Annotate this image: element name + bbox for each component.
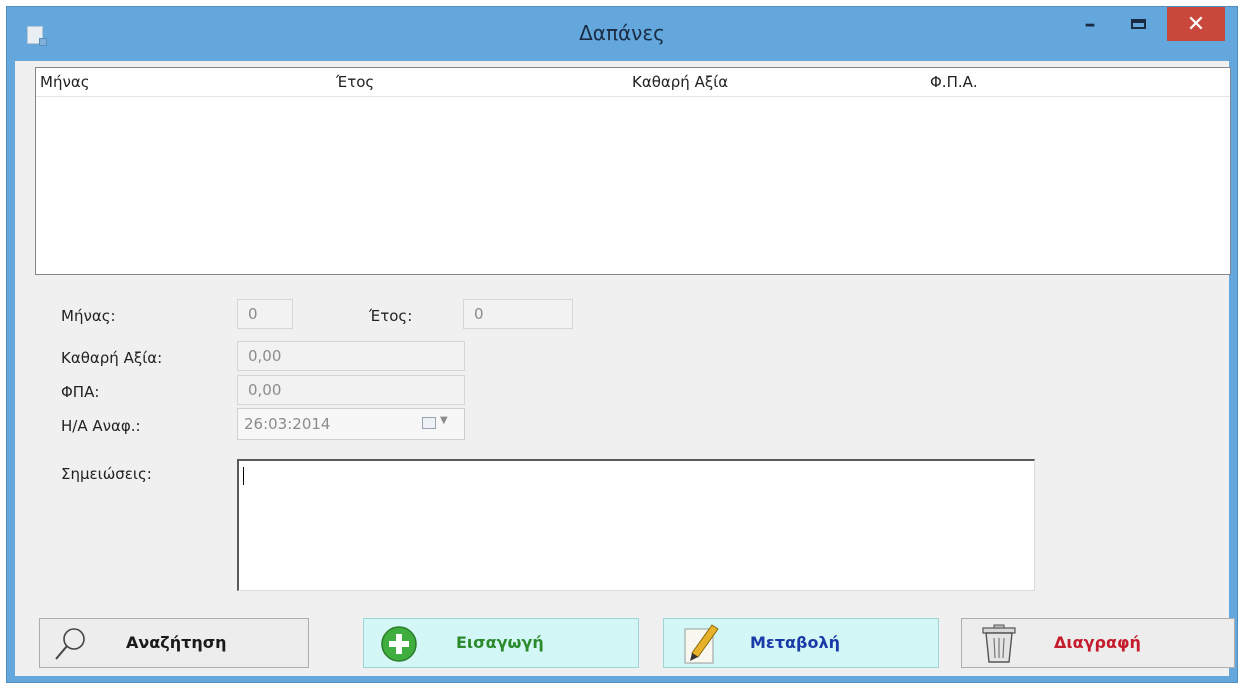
calendar-icon[interactable] [422, 417, 436, 429]
text-caret [243, 467, 244, 485]
insert-button-label: Εισαγωγή [456, 633, 544, 652]
column-header-net-value[interactable]: Καθαρή Αξία [628, 68, 926, 96]
net-value-label: Καθαρή Αξία: [61, 349, 163, 367]
year-label: Έτος: [369, 307, 413, 325]
pencil-edit-icon [684, 624, 719, 664]
minimize-button[interactable]: – [1071, 7, 1109, 41]
search-button-label: Αναζήτηση [126, 633, 227, 652]
maximize-button[interactable] [1117, 7, 1159, 41]
vat-input[interactable]: 0,00 [237, 375, 465, 405]
year-input[interactable]: 0 [463, 299, 573, 329]
close-button[interactable]: ✕ [1167, 7, 1225, 41]
maximize-icon [1130, 19, 1146, 29]
trash-bin-icon [982, 624, 1016, 663]
column-header-month[interactable]: Μήνας [36, 68, 332, 96]
title-bar[interactable]: Δαπάνες – ✕ [7, 7, 1237, 61]
add-circle-icon [381, 626, 417, 662]
modify-button[interactable]: Μεταβολή [663, 618, 939, 668]
column-header-vat[interactable]: Φ.Π.Α. [926, 68, 1226, 96]
reference-date-picker[interactable]: 26:03:2014 ▼ [237, 408, 465, 440]
insert-button[interactable]: Εισαγωγή [363, 618, 639, 668]
reference-date-label: Η/Α Αναφ.: [61, 417, 141, 435]
window-title: Δαπάνες [579, 21, 665, 45]
magnifier-icon [55, 628, 85, 660]
chevron-down-icon[interactable]: ▼ [440, 415, 448, 426]
reference-date-value: 26:03:2014 [244, 415, 331, 433]
expenses-window: Δαπάνες – ✕ Μήνας Έτος Καθαρή Αξία Φ.Π.Α… [6, 6, 1238, 683]
client-area: Μήνας Έτος Καθαρή Αξία Φ.Π.Α. Μήνας: 0 Έ… [15, 61, 1235, 676]
notes-textarea[interactable] [237, 459, 1035, 591]
notes-label: Σημειώσεις: [61, 465, 152, 483]
delete-button-label: Διαγραφή [1054, 633, 1141, 652]
list-header: Μήνας Έτος Καθαρή Αξία Φ.Π.Α. [36, 68, 1230, 97]
column-header-year[interactable]: Έτος [332, 68, 628, 96]
expenses-list[interactable]: Μήνας Έτος Καθαρή Αξία Φ.Π.Α. [35, 67, 1231, 275]
search-button[interactable]: Αναζήτηση [39, 618, 309, 668]
delete-button[interactable]: Διαγραφή [961, 618, 1235, 668]
month-label: Μήνας: [61, 307, 116, 325]
vat-label: ΦΠΑ: [61, 383, 100, 401]
net-value-input[interactable]: 0,00 [237, 341, 465, 371]
month-input[interactable]: 0 [237, 299, 293, 329]
modify-button-label: Μεταβολή [750, 633, 840, 652]
